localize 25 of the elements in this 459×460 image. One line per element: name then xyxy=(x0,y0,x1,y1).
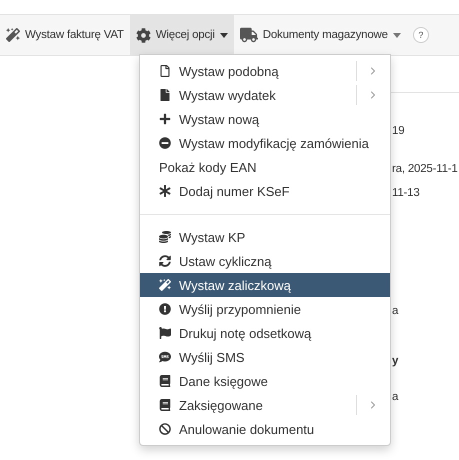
menu-item[interactable]: Dane księgowe xyxy=(140,369,390,393)
page-text: y xyxy=(392,354,398,369)
menu-item[interactable]: Wystaw nową xyxy=(140,107,390,131)
menu-item[interactable]: Wystaw zaliczkową xyxy=(140,273,390,297)
toolbar-button[interactable]: Dokumenty magazynowe xyxy=(234,15,407,55)
menu-item[interactable]: Wystaw KP xyxy=(140,225,390,249)
page-text: ra, 2025-11-1 xyxy=(392,162,458,177)
menu-item[interactable]: Wystaw wydatek xyxy=(140,83,390,107)
menu-item[interactable]: Anulowanie dokumentu xyxy=(140,417,390,441)
menu-item[interactable]: Wyślij SMS xyxy=(140,345,390,369)
menu-item[interactable]: Pokaż kody EAN xyxy=(140,155,390,179)
menu-item[interactable]: Wystaw modyfikację zamówienia xyxy=(140,131,390,155)
menu-item[interactable]: Zaksięgowane xyxy=(140,393,390,417)
toolbar-button[interactable]: Więcej opcji xyxy=(130,15,234,55)
help-button[interactable]: ? xyxy=(412,27,429,43)
toolbar-button[interactable]: Wystaw fakturę VAT xyxy=(0,15,130,55)
page-text: a xyxy=(392,304,398,319)
page-text: a xyxy=(392,390,398,405)
menu-item[interactable]: Drukuj notę odsetkową xyxy=(140,321,390,345)
page-text: 11-13 xyxy=(392,186,420,201)
page-text: 19 xyxy=(392,124,404,139)
menu-item[interactable]: Wyślij przypomnienie xyxy=(140,297,390,321)
menu-item[interactable]: Ustaw cykliczną xyxy=(140,249,390,273)
menu-item[interactable]: Wystaw podobną xyxy=(140,59,390,83)
menu-item[interactable]: Dodaj numer KSeF xyxy=(140,179,390,203)
